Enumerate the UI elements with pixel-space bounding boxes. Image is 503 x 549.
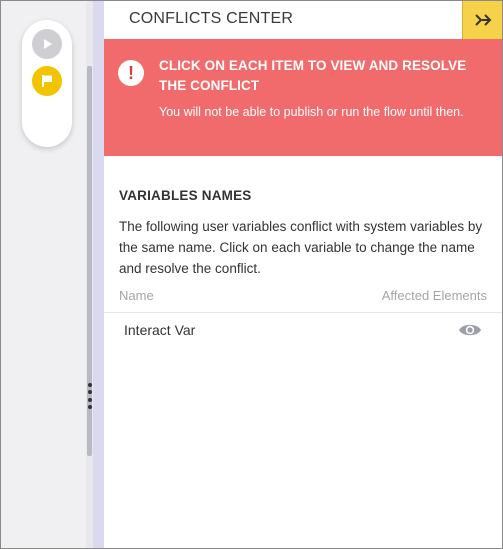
conflicts-flag-button[interactable]	[32, 66, 62, 96]
section-description: The following user variables conflict wi…	[119, 219, 483, 276]
run-toolbar	[22, 20, 72, 147]
double-arrow-right-icon	[474, 14, 491, 26]
panel-splitter[interactable]	[86, 1, 93, 548]
alert-message: You will not be able to publish or run t…	[159, 105, 464, 119]
conflicts-panel: CONFLICTS CENTER ! CLICK ON EACH ITEM TO…	[104, 1, 502, 548]
eye-icon[interactable]	[458, 321, 482, 339]
panel-edge	[93, 1, 104, 548]
drag-handle-icon[interactable]	[87, 383, 92, 409]
section-title: VARIABLES NAMES	[119, 188, 252, 203]
panel-title: CONFLICTS CENTER	[129, 10, 294, 27]
table-row[interactable]: Interact Var	[104, 313, 502, 347]
play-button[interactable]	[32, 29, 62, 59]
column-header-name: Name	[119, 288, 154, 303]
play-icon	[44, 39, 52, 49]
alert-title: CLICK ON EACH ITEM TO VIEW AND RESOLVE T…	[159, 58, 467, 93]
variable-name: Interact Var	[124, 322, 196, 338]
conflict-alert-banner: ! CLICK ON EACH ITEM TO VIEW AND RESOLVE…	[104, 39, 502, 156]
flag-icon	[42, 75, 52, 87]
exclamation-icon: !	[118, 60, 144, 86]
panel-header: CONFLICTS CENTER	[104, 1, 502, 39]
collapse-panel-button[interactable]	[462, 1, 502, 39]
column-header-affected-elements: Affected Elements	[381, 288, 487, 303]
canvas-area	[1, 1, 86, 548]
